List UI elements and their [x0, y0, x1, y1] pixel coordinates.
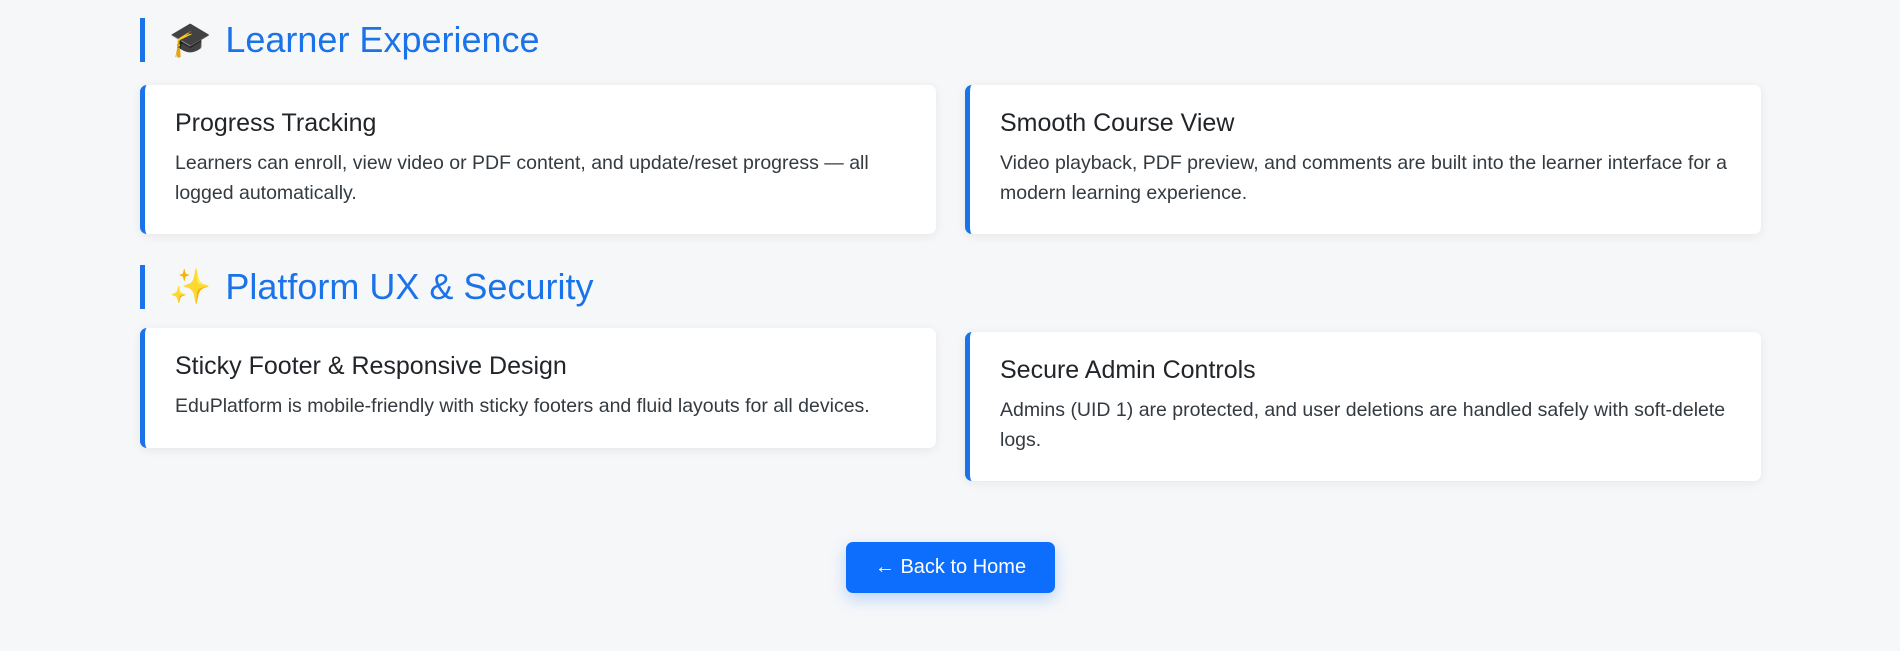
- section-heading-platform-ux-security: ✨ Platform UX & Security: [140, 265, 593, 309]
- feature-card-sticky-footer: Sticky Footer & Responsive Design EduPla…: [140, 328, 936, 448]
- feature-card-smooth-course-view: Smooth Course View Video playback, PDF p…: [965, 85, 1761, 234]
- card-title: Sticky Footer & Responsive Design: [175, 352, 567, 380]
- section-title: Platform UX & Security: [225, 266, 594, 307]
- feature-card-progress-tracking: Progress Tracking Learners can enroll, v…: [140, 85, 936, 234]
- card-text: Learners can enroll, view video or PDF c…: [175, 152, 869, 204]
- card-title: Progress Tracking: [175, 109, 377, 137]
- graduation-cap-icon: 🎓: [169, 20, 212, 60]
- feature-card-secure-admin-controls: Secure Admin Controls Admins (UID 1) are…: [965, 332, 1761, 481]
- back-to-home-button[interactable]: ← Back to Home: [846, 542, 1055, 593]
- card-text: EduPlatform is mobile-friendly with stic…: [175, 395, 870, 417]
- card-text: Admins (UID 1) are protected, and user d…: [1000, 399, 1726, 451]
- section-title: Learner Experience: [225, 19, 540, 60]
- section-heading-learner-experience: 🎓 Learner Experience: [140, 18, 540, 62]
- card-title: Secure Admin Controls: [1000, 356, 1256, 384]
- card-text: Video playback, PDF preview, and comment…: [1000, 152, 1727, 204]
- sparkles-icon: ✨: [169, 267, 212, 307]
- card-title: Smooth Course View: [1000, 109, 1235, 137]
